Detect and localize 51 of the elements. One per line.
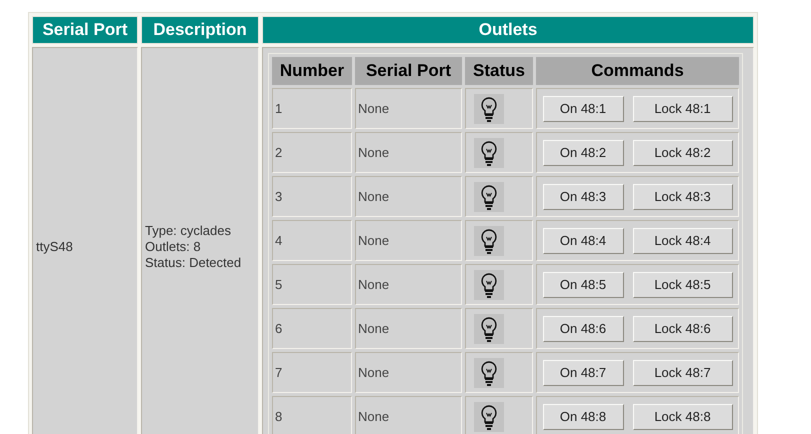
on-button[interactable]: On 48:5 bbox=[542, 272, 624, 298]
table-cell: None bbox=[355, 220, 462, 261]
column-header: Serial Port bbox=[32, 16, 138, 44]
description-text: Type: cyclades bbox=[145, 223, 232, 239]
column-header: Number bbox=[272, 57, 352, 85]
lock-button[interactable]: Lock 48:6 bbox=[632, 316, 732, 342]
column-header: Serial Port bbox=[355, 57, 462, 85]
table-cell: 3 bbox=[272, 176, 352, 217]
on-button[interactable]: On 48:3 bbox=[542, 184, 624, 210]
on-button[interactable]: On 48:2 bbox=[542, 140, 624, 166]
description-text: Status: Detected bbox=[145, 255, 242, 271]
on-button[interactable]: On 48:1 bbox=[542, 96, 624, 122]
table-cell: 7 bbox=[272, 352, 352, 393]
lock-button[interactable]: Lock 48:4 bbox=[632, 228, 732, 254]
light-bulb-icon bbox=[474, 94, 504, 124]
light-bulb-icon bbox=[474, 182, 504, 212]
column-header: Commands bbox=[536, 57, 739, 85]
table-cell: None bbox=[355, 176, 462, 217]
table-cell: None bbox=[355, 88, 462, 129]
light-bulb-icon bbox=[474, 226, 504, 256]
lock-button[interactable]: Lock 48:5 bbox=[632, 272, 732, 298]
light-bulb-icon bbox=[474, 270, 504, 300]
table-cell: ttyS48 bbox=[32, 47, 138, 434]
table-cell: 1 bbox=[272, 88, 352, 129]
table-cell: None bbox=[355, 132, 462, 173]
table-cell: 2 bbox=[272, 132, 352, 173]
column-header: Outlets bbox=[262, 16, 754, 44]
lock-button[interactable]: Lock 48:1 bbox=[632, 96, 732, 122]
column-header: Description bbox=[141, 16, 259, 44]
on-button[interactable]: On 48:8 bbox=[542, 404, 624, 430]
on-button[interactable]: On 48:6 bbox=[542, 316, 624, 342]
light-bulb-icon bbox=[474, 402, 504, 432]
light-bulb-icon bbox=[474, 358, 504, 388]
description-text: Outlets: 8 bbox=[145, 239, 202, 255]
table-cell: 6 bbox=[272, 308, 352, 349]
on-button[interactable]: On 48:4 bbox=[542, 228, 624, 254]
table-cell: None bbox=[355, 264, 462, 305]
column-header: Status bbox=[465, 57, 533, 85]
lock-button[interactable]: Lock 48:7 bbox=[632, 360, 732, 386]
table-cell: 5 bbox=[272, 264, 352, 305]
on-button[interactable]: On 48:7 bbox=[542, 360, 624, 386]
lock-button[interactable]: Lock 48:3 bbox=[632, 184, 732, 210]
table-cell: None bbox=[355, 396, 462, 434]
lock-button[interactable]: Lock 48:2 bbox=[632, 140, 732, 166]
light-bulb-icon bbox=[474, 314, 504, 344]
table-cell: None bbox=[355, 352, 462, 393]
light-bulb-icon bbox=[474, 138, 504, 168]
table-cell: 4 bbox=[272, 220, 352, 261]
table-cell: 8 bbox=[272, 396, 352, 434]
table-cell: None bbox=[355, 308, 462, 349]
lock-button[interactable]: Lock 48:8 bbox=[632, 404, 732, 430]
